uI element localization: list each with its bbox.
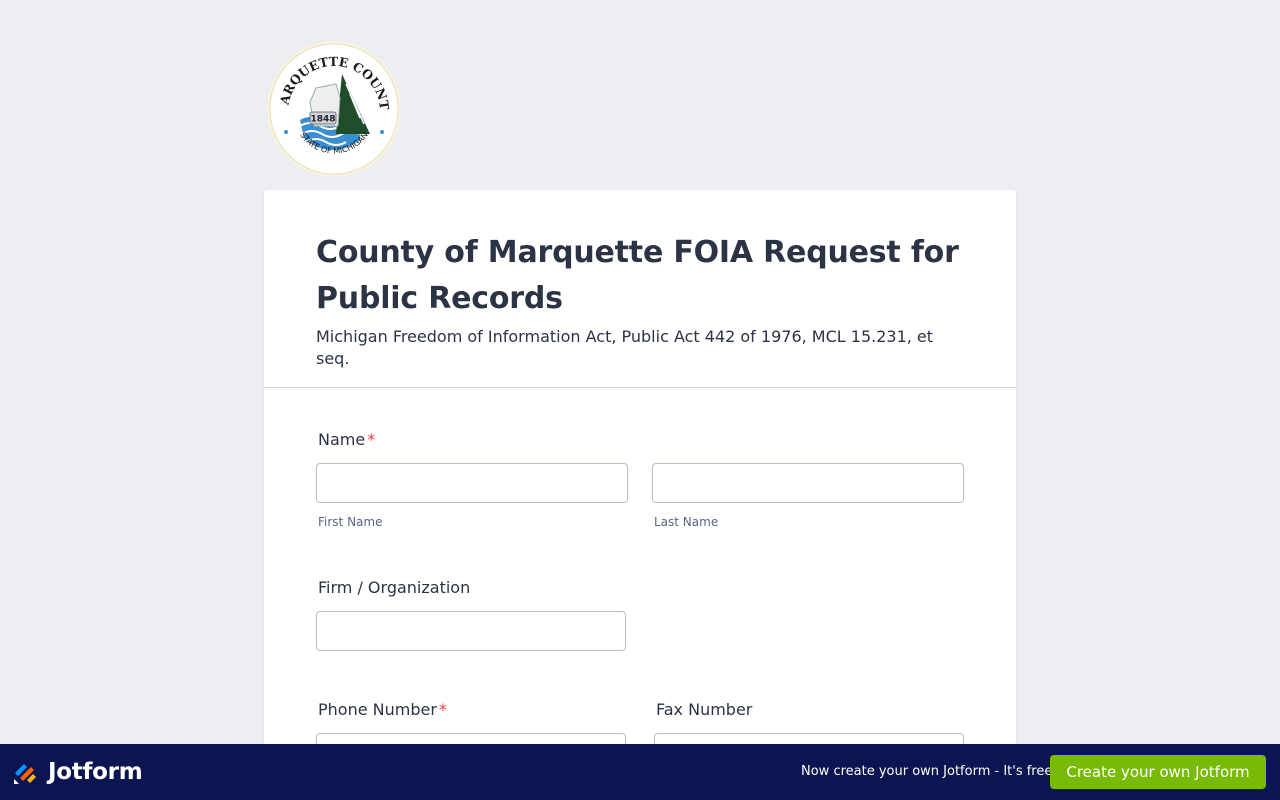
name-label: Name *	[318, 430, 375, 449]
phone-label: Phone Number *	[318, 700, 447, 719]
phone-label-text: Phone Number	[318, 700, 437, 719]
county-seal-image: 1848 MARQUETTE COUNTY STATE OF MICHIGAN	[266, 40, 401, 177]
form-header: County of Marquette FOIA Request for Pub…	[264, 190, 1016, 388]
promo-text: Now create your own Jotform - It's free!	[801, 764, 1058, 779]
jotform-brand[interactable]: Jotform	[12, 759, 143, 785]
form-subtitle: Michigan Freedom of Information Act, Pub…	[316, 327, 934, 368]
name-required-mark: *	[367, 430, 376, 449]
phone-required-mark: *	[438, 700, 447, 719]
jotform-promo-bar: Jotform Now create your own Jotform - It…	[0, 744, 1280, 800]
form-title: County of Marquette FOIA Request for Pub…	[316, 235, 959, 316]
firm-organization-input[interactable]	[316, 611, 626, 651]
create-jotform-button[interactable]: Create your own Jotform	[1050, 755, 1266, 789]
jotform-wordmark: Jotform	[48, 759, 143, 785]
fax-label: Fax Number	[656, 700, 753, 719]
county-seal-logo: 1848 MARQUETTE COUNTY STATE OF MICHIGAN	[266, 40, 402, 178]
last-name-input[interactable]	[652, 463, 964, 503]
first-name-input[interactable]	[316, 463, 628, 503]
firm-label: Firm / Organization	[318, 578, 471, 597]
name-label-text: Name	[318, 430, 366, 449]
seal-year-text: 1848	[310, 115, 335, 125]
form-card: County of Marquette FOIA Request for Pub…	[264, 190, 1016, 800]
last-name-sublabel: Last Name	[654, 515, 719, 529]
page: 1848 MARQUETTE COUNTY STATE OF MICHIGAN …	[0, 0, 1280, 800]
first-name-sublabel: First Name	[318, 515, 383, 529]
jotform-logo-icon	[14, 764, 36, 784]
